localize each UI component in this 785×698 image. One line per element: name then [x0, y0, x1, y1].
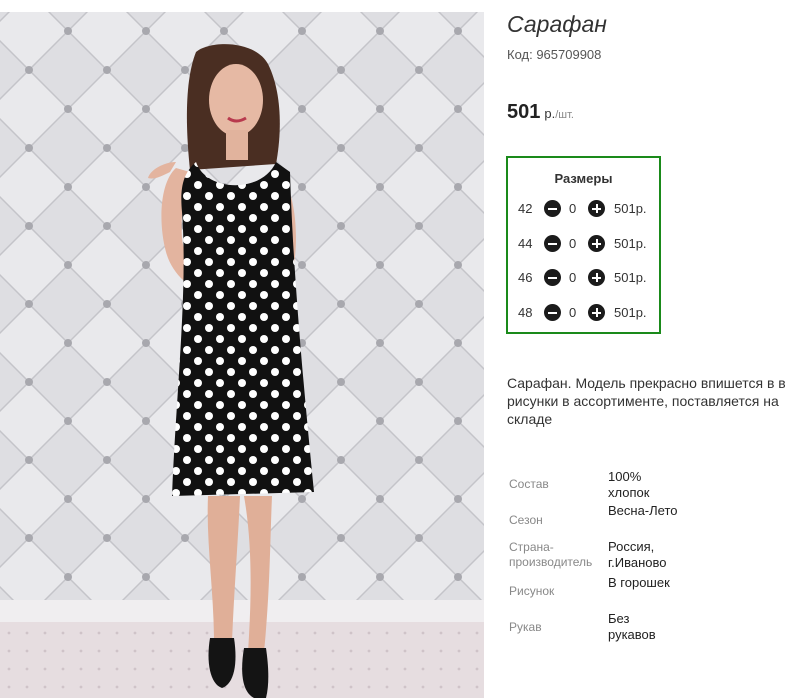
sizes-title: Размеры [554, 171, 613, 186]
size-price: 501р. [614, 270, 647, 285]
increase-quantity-button[interactable] [588, 235, 605, 252]
property-key: Рукав [509, 620, 542, 634]
product-photo[interactable] [0, 12, 484, 698]
quantity-value: 0 [569, 201, 577, 216]
property-key: Рисунок [509, 584, 555, 598]
property-value: 100% хлопок [608, 469, 650, 500]
size-row-46: 46 0 501р. [508, 268, 659, 288]
product-title: Сарафан [507, 11, 607, 37]
size-row-44: 44 0 501р. [508, 234, 659, 254]
increase-quantity-button[interactable] [588, 304, 605, 321]
size-row-48: 48 0 501р. [508, 303, 659, 323]
product-image [0, 12, 484, 698]
product-description: Сарафан. Модель прекрасно впишется в в ри… [507, 374, 785, 434]
property-value: Весна-Лето [608, 503, 678, 518]
quantity-value: 0 [569, 236, 577, 251]
description-line: складе [507, 411, 553, 427]
size-price: 501р. [614, 201, 647, 216]
size-label: 46 [518, 270, 533, 285]
increase-quantity-button[interactable] [588, 269, 605, 286]
property-value: В горошек [608, 575, 670, 590]
price-currency: р. [544, 106, 556, 121]
decrease-quantity-button[interactable] [544, 304, 561, 321]
property-key: Страна-производитель [509, 540, 593, 569]
product-code: Код: 965709908 [507, 47, 602, 62]
property-value: Россия, г.Иваново [608, 539, 667, 570]
decrease-quantity-button[interactable] [544, 200, 561, 217]
size-row-42: 42 0 501р. [508, 199, 659, 219]
quantity-value: 0 [569, 305, 577, 320]
sizes-box: Размеры 42 0 501р. 44 0 501р. 46 0 501р.… [506, 156, 661, 334]
size-price: 501р. [614, 305, 647, 320]
size-label: 42 [518, 201, 533, 216]
size-label: 44 [518, 236, 533, 251]
increase-quantity-button[interactable] [588, 200, 605, 217]
size-label: 48 [518, 305, 533, 320]
price-unit: /шт. [555, 109, 574, 121]
decrease-quantity-button[interactable] [544, 269, 561, 286]
product-price: 501 р./шт. [507, 101, 574, 124]
description-line: Сарафан. Модель прекрасно впишется в в [507, 375, 785, 391]
property-value: Без рукавов [608, 611, 656, 642]
quantity-value: 0 [569, 270, 577, 285]
price-value: 501 [507, 101, 541, 123]
property-key: Сезон [509, 513, 543, 527]
description-line: рисунки в ассортименте, поставляется на [507, 393, 779, 409]
property-key: Состав [509, 477, 549, 491]
decrease-quantity-button[interactable] [544, 235, 561, 252]
size-price: 501р. [614, 236, 647, 251]
